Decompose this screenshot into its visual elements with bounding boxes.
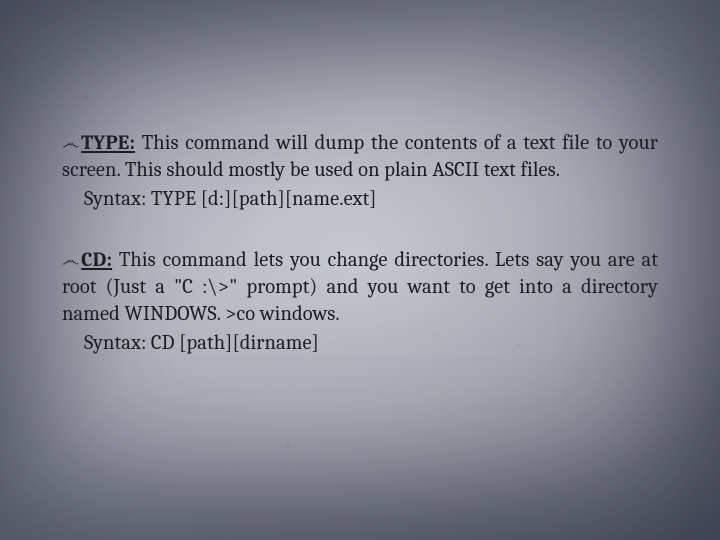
- bullet-icon: ෴: [62, 249, 79, 273]
- list-item: ෴CD: This command lets you change direct…: [62, 247, 658, 357]
- bullet-icon: ෴: [62, 132, 79, 156]
- list-item: ෴TYPE: This command will dump the conten…: [62, 130, 658, 213]
- command-name: TYPE:: [81, 132, 135, 155]
- command-syntax: Syntax: TYPE [d:][path][name.ext]: [62, 186, 658, 213]
- command-name: CD:: [81, 249, 112, 272]
- command-description: This command will dump the contents of a…: [62, 132, 658, 182]
- command-description: This command lets you change directories…: [62, 249, 658, 326]
- command-syntax: Syntax: CD [path][dirname]: [62, 330, 658, 357]
- slide-body: ෴TYPE: This command will dump the conten…: [0, 0, 720, 540]
